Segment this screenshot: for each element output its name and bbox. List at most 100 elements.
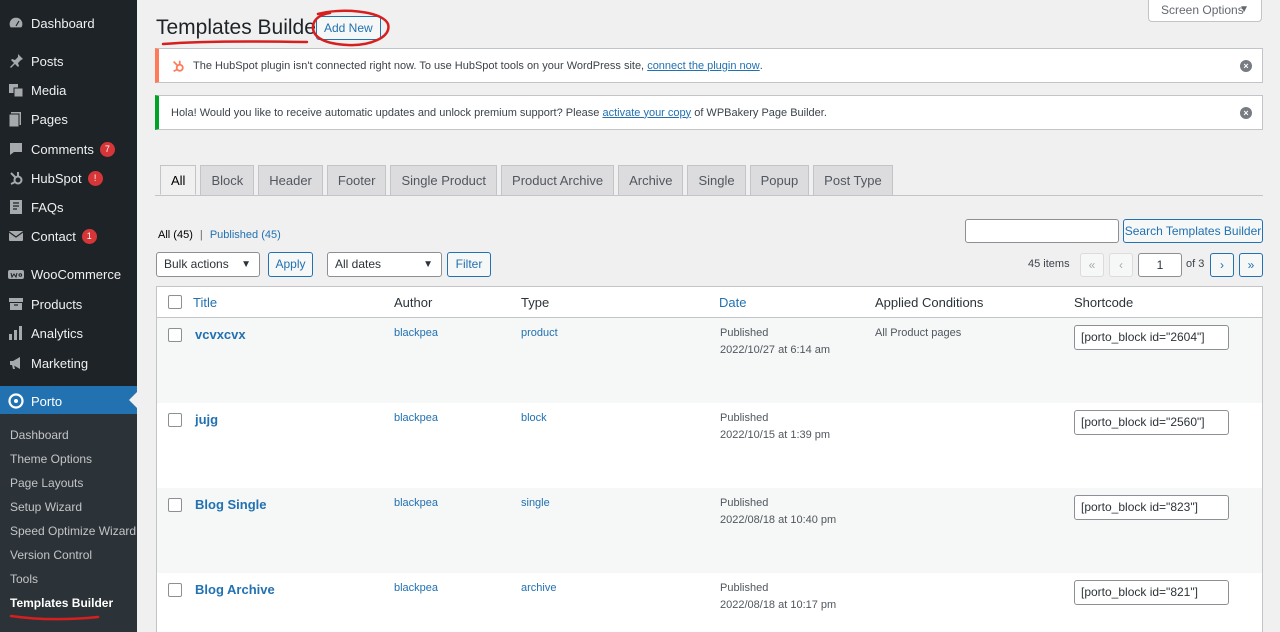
megaphone-icon: [8, 355, 24, 371]
prev-page-button[interactable]: ‹: [1109, 253, 1133, 277]
row-checkbox[interactable]: [168, 328, 182, 342]
activate-copy-link[interactable]: activate your copy: [602, 107, 691, 119]
add-new-button[interactable]: Add New: [316, 16, 381, 40]
row-title-link[interactable]: vcvxcvx: [195, 327, 246, 342]
connect-plugin-link[interactable]: connect the plugin now: [647, 60, 760, 72]
wpbakery-notice: Hola! Would you like to receive automati…: [155, 95, 1263, 130]
submenu-dashboard[interactable]: Dashboard: [10, 428, 69, 442]
apply-button[interactable]: Apply: [268, 252, 313, 277]
table-row: jujg blackpea block Published 2022/10/15…: [157, 403, 1262, 488]
table-row: Blog Archive blackpea archive Published …: [157, 573, 1262, 632]
row-conditions: All Product pages: [875, 327, 962, 339]
sidebar-item-dashboard[interactable]: Dashboard: [0, 9, 137, 37]
submenu-page-layouts[interactable]: Page Layouts: [10, 476, 83, 490]
archive-icon: [8, 296, 24, 312]
next-page-button[interactable]: ›: [1210, 253, 1234, 277]
view-published[interactable]: Published (45): [210, 229, 281, 241]
submenu-version-control[interactable]: Version Control: [10, 548, 92, 562]
row-date: 2022/10/15 at 1:39 pm: [720, 429, 831, 441]
screen-options-button[interactable]: Screen Options ▼: [1148, 0, 1262, 22]
row-type-link[interactable]: product: [521, 327, 558, 339]
sidebar-item-products[interactable]: Products: [0, 290, 137, 318]
woo-icon: [8, 266, 24, 282]
row-shortcode-field[interactable]: [porto_block id="2560"]: [1074, 410, 1229, 435]
submenu-tools[interactable]: Tools: [10, 572, 38, 586]
tab-header[interactable]: Header: [258, 165, 323, 195]
tab-single-product[interactable]: Single Product: [390, 165, 498, 195]
sidebar-item-comments[interactable]: Comments 7: [0, 135, 137, 163]
contact-count-badge: 1: [81, 228, 97, 244]
sidebar-item-woocommerce[interactable]: WooCommerce: [0, 260, 137, 288]
row-title-link[interactable]: Blog Single: [195, 497, 267, 512]
screen-options-label: Screen Options: [1161, 3, 1244, 17]
tab-all[interactable]: All: [160, 165, 197, 195]
row-type-link[interactable]: single: [521, 497, 550, 509]
row-author-link[interactable]: blackpea: [394, 412, 438, 424]
tab-product-archive[interactable]: Product Archive: [501, 165, 615, 195]
page-title: Templates Builder: [156, 16, 323, 39]
tab-popup[interactable]: Popup: [749, 165, 810, 195]
sidebar-item-faqs[interactable]: FAQs: [0, 193, 137, 221]
last-page-button[interactable]: »: [1239, 253, 1263, 277]
comment-icon: [8, 141, 24, 157]
filter-button[interactable]: Filter: [447, 252, 491, 277]
tab-archive[interactable]: Archive: [618, 165, 684, 195]
submenu-templates-builder[interactable]: Templates Builder: [10, 596, 113, 610]
bulk-actions-select[interactable]: Bulk actions ▼: [156, 252, 260, 277]
status-views: All (45) | Published (45): [158, 229, 281, 241]
col-applied-conditions: Applied Conditions: [875, 295, 984, 310]
row-title-link[interactable]: jujg: [195, 412, 218, 427]
template-type-tabs: All Block Header Footer Single Product P…: [160, 165, 893, 195]
tab-post-type[interactable]: Post Type: [813, 165, 893, 195]
row-checkbox[interactable]: [168, 413, 182, 427]
dates-filter-select[interactable]: All dates ▼: [327, 252, 442, 277]
first-page-button[interactable]: «: [1080, 253, 1104, 277]
row-shortcode-field[interactable]: [porto_block id="823"]: [1074, 495, 1229, 520]
search-input[interactable]: [965, 219, 1119, 243]
col-date[interactable]: Date: [719, 295, 746, 310]
sidebar-item-analytics[interactable]: Analytics: [0, 319, 137, 347]
sidebar-item-marketing[interactable]: Marketing: [0, 349, 137, 377]
sidebar-item-posts[interactable]: Posts: [0, 47, 137, 75]
tab-block[interactable]: Block: [200, 165, 255, 195]
admin-sidebar: Dashboard Posts Media Pages Comments 7 H…: [0, 0, 137, 632]
row-author-link[interactable]: blackpea: [394, 582, 438, 594]
pin-icon: [8, 53, 24, 69]
row-status: Published: [720, 497, 769, 509]
row-checkbox[interactable]: [168, 498, 182, 512]
row-type-link[interactable]: archive: [521, 582, 556, 594]
dismiss-icon[interactable]: ×: [1240, 106, 1252, 119]
sidebar-item-media[interactable]: Media: [0, 76, 137, 104]
hubspot-notice: The HubSpot plugin isn't connected right…: [155, 48, 1263, 83]
sidebar-item-pages[interactable]: Pages: [0, 105, 137, 133]
row-status: Published: [720, 582, 769, 594]
current-page-input[interactable]: 1: [1138, 253, 1182, 277]
sidebar-item-contact[interactable]: Contact 1: [0, 222, 137, 250]
table-row: vcvxcvx blackpea product Published 2022/…: [157, 318, 1262, 403]
faq-icon: [8, 199, 24, 215]
row-shortcode-field[interactable]: [porto_block id="821"]: [1074, 580, 1229, 605]
sidebar-item-hubspot[interactable]: HubSpot !: [0, 164, 137, 192]
submenu-theme-options[interactable]: Theme Options: [10, 452, 92, 466]
row-type-link[interactable]: block: [521, 412, 547, 424]
row-title-link[interactable]: Blog Archive: [195, 582, 275, 597]
sidebar-item-porto[interactable]: Porto: [0, 386, 137, 416]
search-button[interactable]: Search Templates Builder: [1123, 219, 1263, 243]
select-all-checkbox[interactable]: [168, 295, 182, 309]
row-checkbox[interactable]: [168, 583, 182, 597]
table-header: Title Author Type Date Applied Condition…: [157, 287, 1262, 318]
dismiss-icon[interactable]: ×: [1240, 59, 1252, 72]
col-title[interactable]: Title: [193, 295, 217, 310]
chevron-down-icon: ▼: [241, 259, 251, 270]
row-author-link[interactable]: blackpea: [394, 327, 438, 339]
row-shortcode-field[interactable]: [porto_block id="2604"]: [1074, 325, 1229, 350]
submenu-setup-wizard[interactable]: Setup Wizard: [10, 500, 82, 514]
tab-single[interactable]: Single: [687, 165, 746, 195]
submenu-speed-optimize-wizard[interactable]: Speed Optimize Wizard: [10, 524, 136, 538]
tab-footer[interactable]: Footer: [326, 165, 387, 195]
mail-icon: [8, 228, 24, 244]
row-author-link[interactable]: blackpea: [394, 497, 438, 509]
view-all[interactable]: All (45): [158, 229, 193, 241]
hubspot-icon: [171, 59, 185, 73]
wpbakery-notice-text: Hola! Would you like to receive automati…: [171, 106, 600, 119]
